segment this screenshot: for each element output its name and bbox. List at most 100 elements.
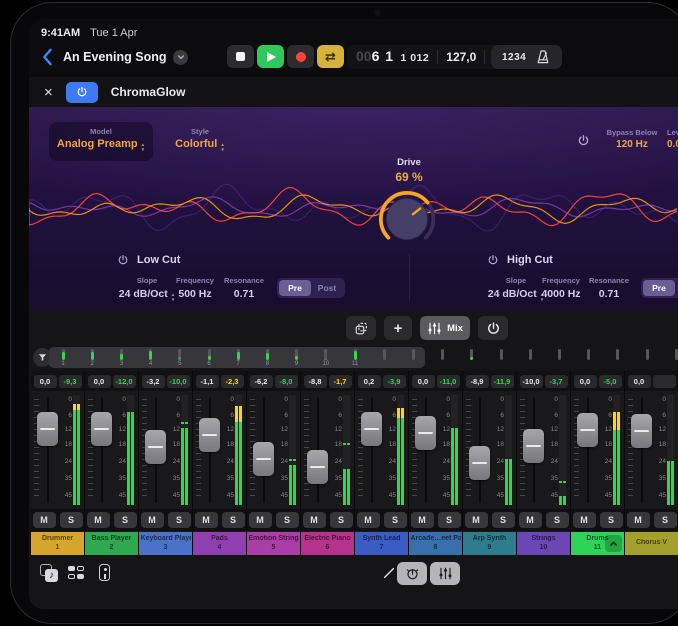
fader-handle[interactable] bbox=[37, 412, 58, 446]
mute-button[interactable]: M bbox=[195, 512, 218, 528]
track-label[interactable]: Drums11 bbox=[571, 532, 624, 555]
overview-track-slot[interactable] bbox=[552, 349, 566, 360]
mute-button[interactable]: M bbox=[627, 512, 650, 528]
fader-handle[interactable] bbox=[415, 416, 436, 450]
track-label[interactable]: Strings10 bbox=[517, 532, 570, 555]
low-cut-power-icon[interactable] bbox=[117, 254, 129, 266]
sound-library-icon[interactable] bbox=[67, 563, 87, 583]
mute-button[interactable]: M bbox=[303, 512, 326, 528]
overview-track-slot[interactable]: 8 bbox=[260, 349, 274, 367]
high-cut-resonance[interactable]: Resonance 0.71 bbox=[577, 276, 641, 300]
track-label[interactable]: Arcade…eet Pad8 bbox=[409, 532, 462, 555]
level-control[interactable]: Level 0.0 bbox=[667, 128, 678, 150]
solo-button[interactable]: S bbox=[492, 512, 515, 528]
collapse-chevron-icon[interactable] bbox=[605, 535, 622, 552]
mute-button[interactable]: M bbox=[87, 512, 110, 528]
mute-button[interactable]: M bbox=[519, 512, 542, 528]
mute-button[interactable]: M bbox=[411, 512, 434, 528]
mixer-view-button[interactable] bbox=[430, 562, 460, 585]
overview-track-slot[interactable] bbox=[611, 349, 625, 360]
solo-button[interactable]: S bbox=[276, 512, 299, 528]
channel-volume-value[interactable]: -10,0 bbox=[520, 375, 543, 388]
overview-track-slot[interactable] bbox=[640, 349, 654, 360]
fader-handle[interactable] bbox=[91, 412, 112, 446]
overview-track-slot[interactable]: 6 bbox=[202, 349, 216, 367]
channel-volume-value[interactable]: -3,2 bbox=[142, 375, 165, 388]
power-button[interactable] bbox=[478, 316, 508, 340]
channel-volume-value[interactable]: -8,8 bbox=[304, 375, 327, 388]
track-label[interactable]: Emotion Strings5 bbox=[247, 532, 300, 555]
play-button[interactable] bbox=[257, 45, 284, 68]
mute-button[interactable]: M bbox=[249, 512, 272, 528]
channel-volume-value[interactable]: 0,0 bbox=[412, 375, 435, 388]
loops-browser-icon[interactable]: ♪ bbox=[39, 563, 59, 583]
solo-button[interactable]: S bbox=[330, 512, 353, 528]
overview-track-slot[interactable] bbox=[465, 349, 479, 360]
mute-button[interactable]: M bbox=[465, 512, 488, 528]
solo-button[interactable]: S bbox=[114, 512, 137, 528]
track-label[interactable]: Arp Synth9 bbox=[463, 532, 516, 555]
fader-handle[interactable] bbox=[253, 442, 274, 476]
fader-handle[interactable] bbox=[145, 430, 166, 464]
stop-button[interactable] bbox=[227, 45, 254, 68]
add-track-button[interactable]: + bbox=[384, 316, 412, 340]
overview-track-slot[interactable] bbox=[406, 349, 420, 360]
low-cut-resonance[interactable]: Resonance 0.71 bbox=[212, 276, 276, 300]
solo-button[interactable]: S bbox=[438, 512, 461, 528]
channel-volume-value[interactable]: -1,1 bbox=[196, 375, 219, 388]
overview-track-slot[interactable] bbox=[523, 349, 537, 360]
channel-volume-value[interactable]: 0,0 bbox=[88, 375, 111, 388]
mute-button[interactable]: M bbox=[573, 512, 596, 528]
solo-button[interactable]: S bbox=[546, 512, 569, 528]
track-label[interactable]: Synth Lead7 bbox=[355, 532, 408, 555]
style-selector[interactable]: Style Colorful▲▼ bbox=[163, 122, 237, 161]
channel-volume-value[interactable]: -8,9 bbox=[466, 375, 489, 388]
overview-track-slot[interactable]: 5 bbox=[173, 349, 187, 367]
fader-handle[interactable] bbox=[469, 446, 490, 480]
mute-button[interactable]: M bbox=[141, 512, 164, 528]
controls-view-button[interactable] bbox=[397, 562, 427, 585]
high-cut-power-icon[interactable] bbox=[487, 254, 499, 266]
mix-view-button[interactable]: Mix bbox=[420, 316, 470, 340]
solo-button[interactable]: S bbox=[384, 512, 407, 528]
overview-track-slot[interactable]: 2 bbox=[85, 349, 99, 367]
song-title-menu[interactable]: An Evening Song bbox=[63, 45, 188, 69]
overview-track-slot[interactable]: 7 bbox=[231, 349, 245, 367]
solo-button[interactable]: S bbox=[168, 512, 191, 528]
fader-handle[interactable] bbox=[631, 414, 652, 448]
fader-handle[interactable] bbox=[199, 418, 220, 452]
channel-volume-value[interactable]: -6,2 bbox=[250, 375, 273, 388]
back-chevron-icon[interactable] bbox=[41, 48, 53, 66]
solo-button[interactable]: S bbox=[60, 512, 83, 528]
overview-track-slot[interactable] bbox=[436, 349, 450, 360]
fader-strip-icon[interactable] bbox=[95, 563, 115, 583]
fader-handle[interactable] bbox=[577, 413, 598, 447]
overview-track-slot[interactable]: 10 bbox=[319, 349, 333, 367]
pre-segment[interactable]: Pre bbox=[643, 280, 675, 296]
track-label[interactable]: Electric Piano6 bbox=[301, 532, 354, 555]
overview-track-slot[interactable]: 3 bbox=[114, 349, 128, 367]
solo-button[interactable]: S bbox=[222, 512, 245, 528]
drive-knob[interactable] bbox=[375, 187, 439, 251]
bypass-power-icon[interactable] bbox=[577, 134, 590, 147]
track-overview-slots[interactable]: 1234567891011 bbox=[49, 347, 678, 369]
fader-handle[interactable] bbox=[361, 412, 382, 446]
overview-track-slot[interactable]: 1 bbox=[56, 349, 70, 367]
fader-handle[interactable] bbox=[523, 429, 544, 463]
channel-volume-value[interactable]: 0,0 bbox=[574, 375, 597, 388]
record-button[interactable] bbox=[287, 45, 314, 68]
mute-button[interactable]: M bbox=[357, 512, 380, 528]
count-in-button[interactable]: 1234 bbox=[502, 52, 526, 63]
track-label[interactable]: Pads4 bbox=[193, 532, 246, 555]
fader-handle[interactable] bbox=[307, 450, 328, 484]
drive-control[interactable]: Drive 69 % bbox=[375, 157, 443, 251]
channel-volume-value[interactable]: 0,0 bbox=[34, 375, 57, 388]
overview-track-slot[interactable] bbox=[494, 349, 508, 360]
duplicate-button[interactable] bbox=[346, 316, 376, 340]
close-icon[interactable]: × bbox=[44, 85, 53, 100]
bypass-below-control[interactable]: Bypass Below 120 Hz bbox=[596, 128, 668, 150]
plugin-power-button[interactable] bbox=[66, 82, 98, 103]
track-label[interactable]: Drummer1 bbox=[31, 532, 84, 555]
mute-button[interactable]: M bbox=[33, 512, 56, 528]
track-label[interactable]: Chorus V bbox=[625, 532, 678, 555]
